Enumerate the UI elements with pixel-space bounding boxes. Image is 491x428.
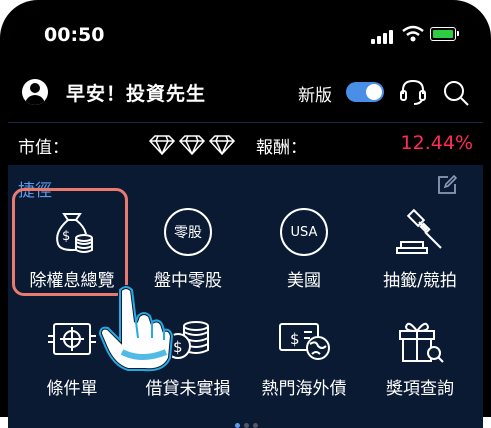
overseas-bond-icon: $ — [248, 308, 360, 372]
shortcut-label: 熱門海外債 — [261, 379, 347, 399]
search-icon[interactable] — [442, 79, 470, 107]
greeting-text: 早安！投資先生 — [66, 83, 207, 105]
shortcut-usa[interactable]: USA 美國 — [248, 200, 360, 308]
edit-icon[interactable] — [436, 174, 458, 196]
return-value: 12.44% — [400, 132, 473, 154]
new-version-label: 新版 — [298, 86, 332, 106]
shortcut-prize-inquiry[interactable]: 獎項查詢 — [364, 308, 476, 416]
usa-badge: USA — [280, 208, 328, 256]
shortcut-label: 借貸未實損 — [145, 379, 231, 399]
return-label: 報酬： — [256, 138, 307, 158]
battery-icon — [430, 27, 459, 41]
shortcut-label: 美國 — [287, 271, 321, 291]
app-header: 早安！投資先生 新版 — [8, 60, 483, 122]
new-version-toggle[interactable] — [346, 82, 384, 102]
account-stats-bar: 市值： 報酬： 12.44% — [8, 122, 483, 165]
pointing-hand-icon — [97, 285, 175, 373]
avatar[interactable] — [22, 79, 48, 105]
page-indicator[interactable] — [233, 413, 260, 428]
selected-shortcut-highlight — [12, 188, 128, 296]
shortcut-overseas-bonds[interactable]: $ 熱門海外債 — [248, 308, 360, 416]
status-time: 00:50 — [44, 24, 105, 46]
shortcut-label: 獎項查詢 — [386, 379, 454, 399]
market-value-label: 市值： — [18, 138, 69, 158]
gift-search-icon — [364, 308, 476, 372]
usa-icon: USA — [248, 200, 360, 264]
gavel-icon — [364, 200, 476, 264]
notch — [148, 8, 343, 46]
shortcut-lottery-auction[interactable]: 抽籤/競拍 — [364, 200, 476, 308]
headset-icon[interactable] — [398, 78, 428, 106]
shortcut-label: 條件單 — [46, 379, 98, 399]
shortcut-label: 抽籤/競拍 — [383, 271, 457, 291]
odd-lot-stock-icon: 零股 — [132, 200, 244, 264]
signal-icon — [371, 28, 397, 44]
hidden-value-diamonds-icon[interactable] — [148, 135, 238, 155]
wifi-icon — [402, 25, 424, 42]
status-bar: 00:50 — [8, 8, 483, 60]
svg-text:$: $ — [290, 330, 300, 348]
odd-lot-badge: 零股 — [164, 208, 212, 256]
